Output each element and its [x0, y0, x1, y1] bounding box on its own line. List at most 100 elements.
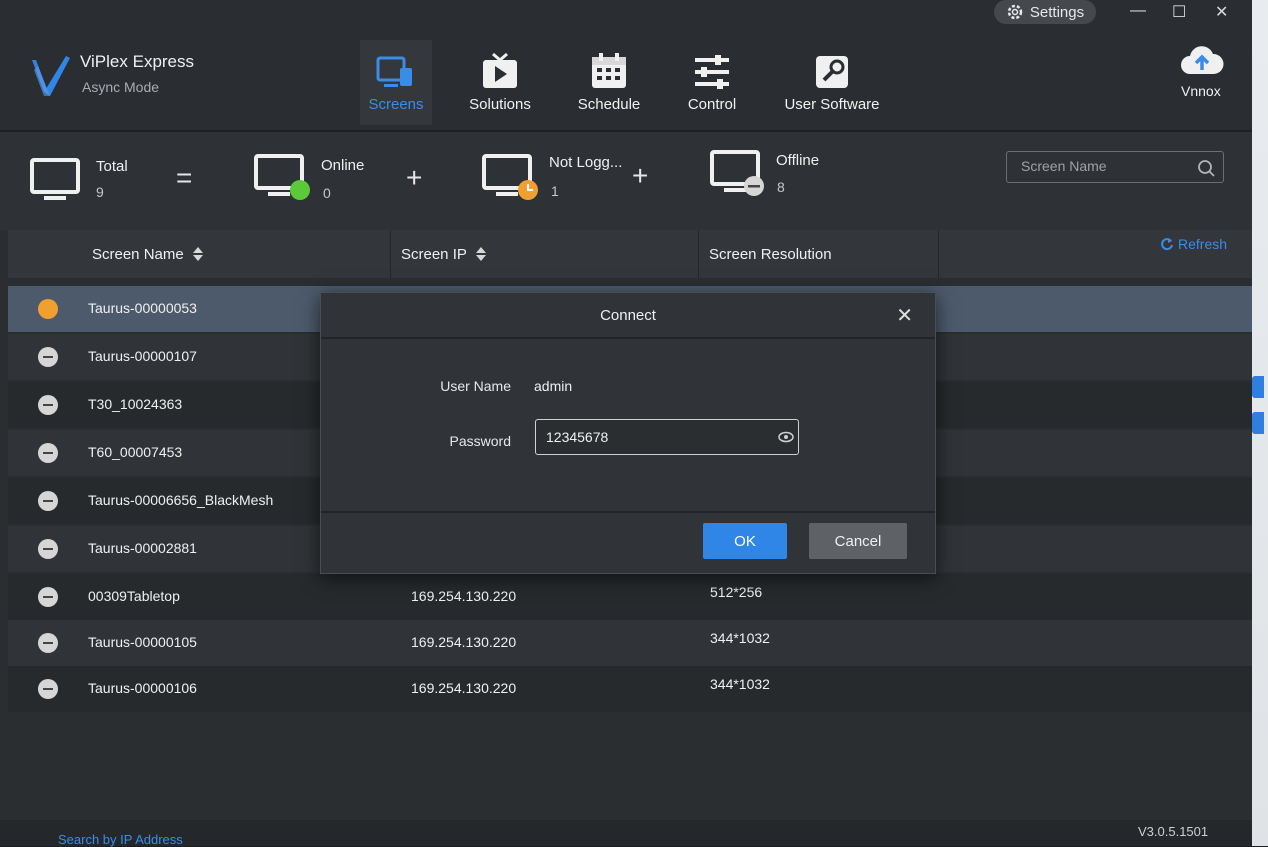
maximize-button[interactable]: ☐ [1172, 2, 1186, 22]
plus-sign: + [632, 160, 649, 191]
row-screen-name: Taurus-00000107 [88, 348, 197, 364]
refresh-button[interactable]: Refresh [1160, 236, 1227, 252]
row-screen-ip: 169.254.130.220 [411, 680, 517, 696]
solutions-icon [483, 52, 517, 88]
cancel-button[interactable]: Cancel [809, 523, 907, 559]
app-mode: Async Mode [82, 79, 160, 95]
stat-total-label: Total [96, 158, 128, 175]
close-window-button[interactable]: ✕ [1215, 2, 1228, 22]
tab-solutions-label: Solutions [469, 96, 531, 113]
equals-sign: = [176, 162, 193, 193]
column-screen-ip[interactable]: Screen IP [390, 230, 698, 278]
stat-online-value: 0 [323, 185, 331, 201]
row-screen-name: Taurus-00002881 [88, 540, 197, 556]
column-screen-resolution[interactable]: Screen Resolution [698, 230, 938, 278]
ok-button[interactable]: OK [703, 523, 787, 559]
tab-user-software-label: User Software [784, 96, 880, 113]
password-field[interactable] [535, 419, 799, 455]
stat-total-value: 9 [96, 184, 104, 200]
status-offline-icon [38, 491, 58, 511]
app-window: ViPlex Express Async Mode Screens Soluti… [0, 0, 1252, 847]
dialog-footer: OK Cancel [321, 511, 935, 575]
row-screen-ip: 169.254.130.220 [411, 588, 517, 604]
background-window-edge [1252, 0, 1268, 846]
username-value: admin [534, 378, 573, 394]
stat-total: Total 9 [30, 152, 128, 209]
sort-icon[interactable] [475, 245, 487, 263]
stat-offline-value: 8 [777, 179, 785, 195]
vnnox-label[interactable]: Vnnox [1181, 83, 1221, 99]
search-by-ip-link[interactable]: Search by IP Address [58, 832, 183, 847]
dialog-close-button[interactable]: ✕ [896, 303, 913, 328]
row-screen-resolution: 344*1032 [710, 630, 770, 646]
dialog-title: Connect [600, 307, 656, 324]
status-offline-icon [38, 587, 58, 607]
column-screen-name-label: Screen Name [92, 245, 184, 263]
table-row[interactable]: 00309Tabletop 169.254.130.220 512*256 [8, 574, 1252, 620]
tab-solutions[interactable]: Solutions [462, 40, 538, 125]
settings-button[interactable]: Settings [994, 0, 1096, 24]
search-icon[interactable] [1197, 159, 1215, 177]
schedule-icon [592, 53, 626, 88]
monitor-offline-icon [710, 150, 764, 196]
status-offline-icon [38, 633, 58, 653]
stat-offline-label: Offline [776, 152, 820, 169]
tab-schedule-label: Schedule [577, 96, 641, 113]
status-offline-icon [38, 443, 58, 463]
sort-icon[interactable] [192, 245, 204, 263]
stat-online-label: Online [321, 157, 365, 174]
column-screen-name[interactable]: Screen Name [82, 230, 390, 278]
minimize-button[interactable]: — [1130, 2, 1146, 20]
screen-stats-bar: Total 9 = Online 0 + Not Logg... 1 + Off… [0, 132, 1252, 230]
monitor-online-icon [254, 154, 310, 200]
table-row[interactable]: Taurus-00000106 169.254.130.220 344*1032 [8, 666, 1252, 712]
tab-screens-label: Screens [368, 96, 424, 113]
row-screen-name: Taurus-00000106 [88, 680, 197, 696]
status-footer: Search by IP Address V3.0.5.1501 [0, 820, 1252, 847]
gear-icon [1007, 4, 1023, 20]
status-offline-icon [38, 395, 58, 415]
row-screen-name: T60_00007453 [88, 444, 183, 460]
stat-offline: Offline 8 [710, 148, 819, 205]
row-screen-name: Taurus-00000053 [88, 300, 197, 316]
password-label: Password [449, 433, 511, 449]
row-screen-name: Taurus-00000105 [88, 634, 197, 650]
control-icon [695, 55, 729, 89]
refresh-label: Refresh [1178, 236, 1228, 252]
table-header: Screen Name Screen IP Screen Resolution [8, 230, 1252, 278]
app-title: ViPlex Express [80, 52, 195, 71]
refresh-icon [1161, 238, 1173, 251]
status-offline-icon [38, 347, 58, 367]
tab-control[interactable]: Control [680, 40, 744, 125]
row-screen-name: Taurus-00006656_BlackMesh [88, 492, 274, 508]
column-screen-ip-label: Screen IP [401, 245, 467, 263]
screen-name-search[interactable] [1006, 151, 1224, 183]
stat-not-logged-value: 1 [551, 183, 559, 199]
viplex-logo-icon [32, 56, 70, 96]
plus-sign: + [406, 162, 423, 193]
status-offline-icon [38, 539, 58, 559]
tab-screens[interactable]: Screens [360, 40, 432, 125]
dialog-header: Connect ✕ [321, 293, 935, 339]
row-screen-resolution: 344*1032 [710, 676, 770, 692]
top-header: ViPlex Express Async Mode Screens Soluti… [0, 0, 1252, 132]
tab-user-software[interactable]: User Software [780, 40, 884, 125]
row-screen-ip: 169.254.130.220 [411, 634, 517, 650]
user-software-icon [816, 56, 848, 88]
tab-control-label: Control [687, 96, 737, 113]
search-input[interactable] [1019, 157, 1193, 175]
stat-online: Online 0 [254, 152, 364, 209]
background-tab [1252, 412, 1264, 434]
tab-schedule[interactable]: Schedule [574, 40, 644, 125]
row-screen-resolution: 512*256 [710, 584, 763, 600]
cloud-upload-icon[interactable] [1180, 44, 1224, 78]
table-row[interactable]: Taurus-00000105 169.254.130.220 344*1032 [8, 620, 1252, 666]
stat-not-logged-label: Not Logg... [549, 154, 623, 171]
row-screen-name: T30_10024363 [88, 396, 183, 412]
version-label: V3.0.5.1501 [1138, 824, 1209, 839]
password-input[interactable] [544, 428, 768, 446]
background-tab [1252, 376, 1264, 398]
column-screen-resolution-label: Screen Resolution [709, 245, 832, 263]
username-label: User Name [440, 378, 511, 394]
show-password-eye-icon[interactable] [778, 429, 794, 445]
